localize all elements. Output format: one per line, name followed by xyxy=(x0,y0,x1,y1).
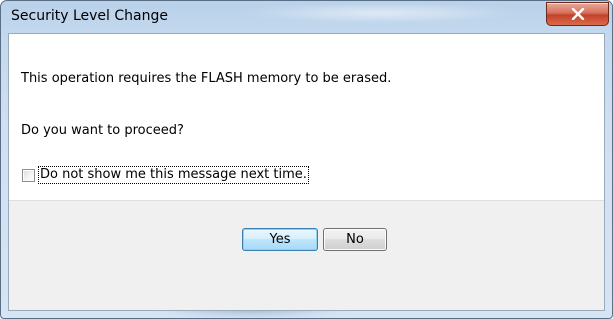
message-text-erase-warning: This operation requires the FLASH memory… xyxy=(21,71,392,86)
title-bar-glass-highlight xyxy=(241,3,521,23)
dont-show-again-checkbox[interactable] xyxy=(22,168,35,182)
window-title: Security Level Change xyxy=(11,8,168,24)
message-text-proceed-question: Do you want to proceed? xyxy=(21,123,184,138)
dont-show-again-label[interactable]: Do not show me this message next time. xyxy=(38,166,309,184)
dont-show-again-row[interactable]: Do not show me this message next time. xyxy=(22,166,309,184)
dialog-client-area: This operation requires the FLASH memory… xyxy=(8,33,605,311)
close-button[interactable] xyxy=(546,2,609,26)
no-button[interactable]: No xyxy=(323,228,387,251)
dialog-window: Security Level Change This operation req… xyxy=(0,0,613,319)
close-x-icon xyxy=(571,8,584,20)
message-panel: This operation requires the FLASH memory… xyxy=(9,34,604,201)
yes-button[interactable]: Yes xyxy=(242,228,318,251)
